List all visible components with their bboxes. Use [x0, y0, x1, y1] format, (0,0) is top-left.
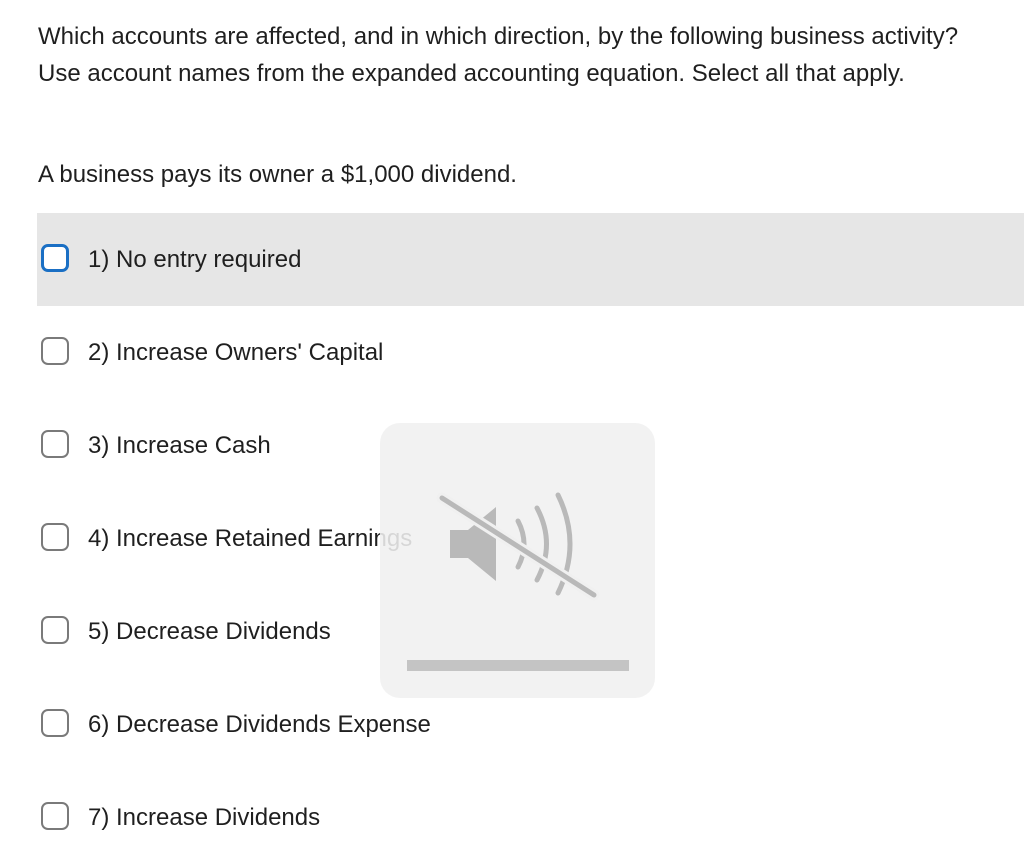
question-prompt: Which accounts are affected, and in whic…: [38, 23, 959, 87]
checkbox-option-3[interactable]: [41, 429, 69, 458]
option-label: 1) No entry required: [88, 245, 302, 273]
option-2[interactable]: 2) Increase Owners' Capital: [37, 306, 1024, 399]
checkbox-option-2[interactable]: [41, 336, 69, 365]
volume-level-bar: [407, 660, 629, 671]
checkbox-option-4[interactable]: [41, 522, 69, 551]
option-7[interactable]: 7) Increase Dividends: [37, 771, 1024, 849]
option-1[interactable]: 1) No entry required: [37, 213, 1024, 306]
option-label: 5) Decrease Dividends: [88, 617, 331, 645]
checkbox-option-6[interactable]: [41, 708, 69, 737]
option-label: 2) Increase Owners' Capital: [88, 338, 384, 366]
question-scenario: A business pays its owner a $1,000 divid…: [38, 161, 517, 188]
checkbox-option-5[interactable]: [41, 615, 69, 644]
option-label: 3) Increase Cash: [88, 431, 271, 459]
checkbox-option-7[interactable]: [41, 801, 69, 830]
quiz-page: Which accounts are affected, and in whic…: [0, 0, 1024, 849]
option-label: 4) Increase Retained Earnings: [88, 524, 413, 552]
option-label: 7) Increase Dividends: [88, 803, 321, 831]
volume-muted-overlay: [380, 423, 655, 698]
checkbox-option-1[interactable]: [41, 243, 69, 272]
option-label: 6) Decrease Dividends Expense: [88, 710, 431, 738]
speaker-muted-icon: [436, 492, 600, 601]
